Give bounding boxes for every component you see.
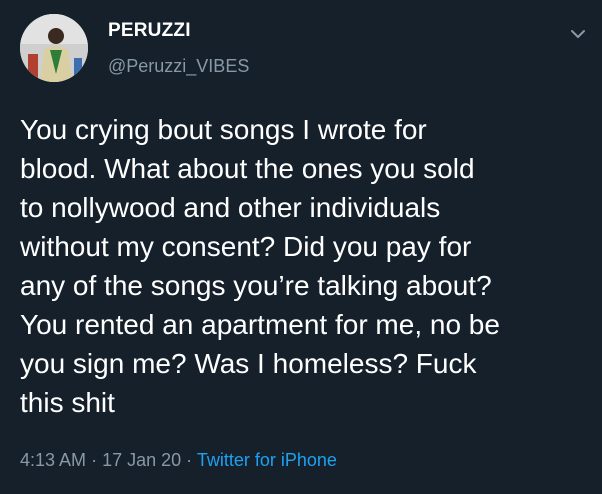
meta-separator: · bbox=[91, 450, 98, 470]
avatar[interactable] bbox=[20, 14, 88, 82]
avatar-image bbox=[20, 14, 88, 82]
tweet-text: You crying bout songs I wrote for blood.… bbox=[20, 114, 500, 418]
tweet-source-link[interactable]: Twitter for iPhone bbox=[197, 450, 337, 470]
tweet-date[interactable]: 17 Jan 20 bbox=[102, 450, 181, 470]
tweet-card: PERUZZI @Peruzzi_VIBES You crying bout s… bbox=[0, 0, 602, 494]
meta-separator: · bbox=[186, 450, 193, 470]
display-name[interactable]: PERUZZI bbox=[108, 20, 191, 42]
tweet-metadata: 4:13 AM · 17 Jan 20 · Twitter for iPhone bbox=[20, 450, 337, 471]
user-handle[interactable]: @Peruzzi_VIBES bbox=[108, 56, 249, 77]
chevron-down-icon[interactable] bbox=[568, 24, 588, 44]
tweet-time[interactable]: 4:13 AM bbox=[20, 450, 86, 470]
